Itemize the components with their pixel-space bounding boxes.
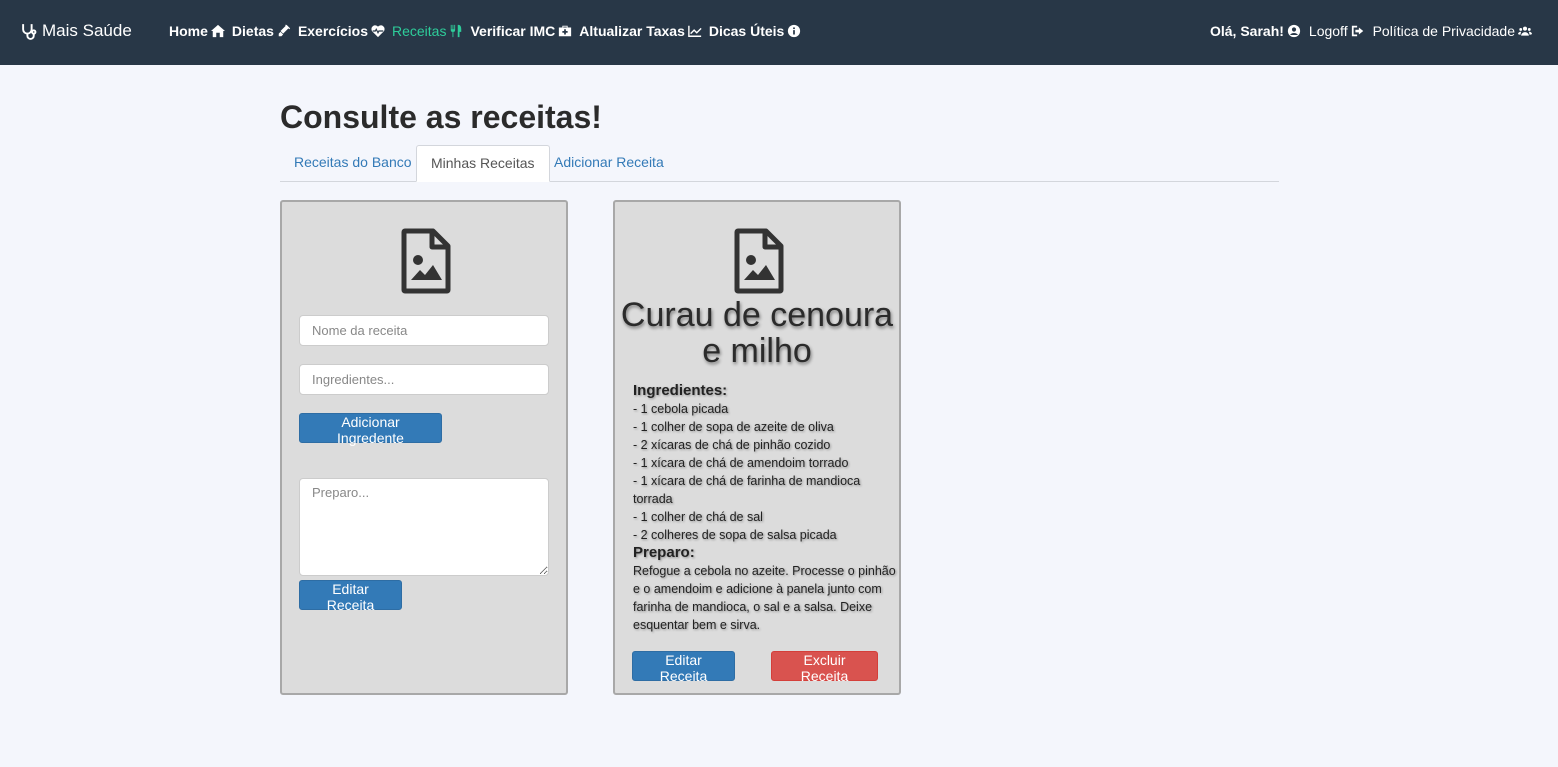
ingredient-item: - 2 xícaras de chá de pinhão cozido (633, 438, 831, 452)
stethoscope-icon (22, 23, 37, 40)
logoff-label: Logoff (1308, 23, 1348, 39)
chart-line-icon (688, 25, 702, 37)
nav-logoff[interactable]: Logoff (1309, 23, 1365, 39)
sign-out-icon (1351, 25, 1363, 37)
nav-exercicios-label: Exercícios (297, 23, 368, 39)
file-image-icon (734, 228, 784, 294)
nav-dietas-label: Dietas (231, 23, 274, 39)
nav-receitas-label: Receitas (392, 23, 447, 39)
recipe-body: Ingredientes: - 1 cebola picada - 1 colh… (633, 382, 901, 634)
nav-verificar-imc[interactable]: Verificar IMC (470, 23, 572, 39)
ingredient-item: - 1 colher de sopa de azeite de oliva (633, 420, 834, 434)
prep-textarea[interactable] (299, 478, 549, 576)
user-circle-icon (1287, 24, 1301, 38)
ingredient-item: - 1 colher de chá de sal (633, 510, 763, 524)
nav-left: Home Dietas Exercícios Receitas Verifica… (169, 23, 801, 39)
nav-atualizar-taxas[interactable]: Altualizar Taxas (579, 23, 702, 39)
nav-atualizar-taxas-label: Altualizar Taxas (579, 23, 685, 39)
brand-label: Mais Saúde (42, 21, 132, 40)
home-icon (210, 24, 225, 38)
recipe-tabs: Receitas do Banco Minhas Receitas Adicio… (280, 145, 1279, 182)
ingredients-list: - 1 cebola picada - 1 colher de sopa de … (633, 400, 901, 544)
nav-exercicios[interactable]: Exercícios (298, 23, 385, 39)
ingredient-item: - 1 xícara de chá de amendoim torrado (633, 456, 849, 470)
ingredients-input[interactable] (299, 364, 549, 395)
nav-verificar-imc-label: Verificar IMC (470, 23, 556, 39)
recipe-card: Curau de cenoura e milho Ingredientes: -… (613, 200, 901, 695)
ingredient-item: - 2 colheres de sopa de salsa picada (633, 528, 837, 542)
brand[interactable]: Mais Saúde (21, 21, 132, 41)
medkit-icon (559, 25, 572, 37)
nav-home-label: Home (169, 23, 208, 39)
privacy-label: Política de Privacidade (1372, 23, 1515, 39)
nav-privacy[interactable]: Política de Privacidade (1373, 23, 1532, 39)
syringe-icon (278, 24, 291, 37)
heartbeat-icon (371, 25, 385, 38)
add-ingredient-button[interactable]: Adicionar Ingredente (299, 413, 442, 446)
recipe-title: Curau de cenoura e milho (620, 296, 894, 370)
edit-recipe-button[interactable]: Editar Receita (632, 651, 735, 684)
users-icon (1518, 26, 1532, 36)
nav-dietas[interactable]: Dietas (232, 23, 291, 39)
nav-user-greeting[interactable]: Olá, Sarah! (1210, 23, 1301, 39)
utensils-icon (451, 24, 462, 38)
ingredient-item: - 1 cebola picada (633, 402, 729, 416)
tab-minhas-receitas[interactable]: Minhas Receitas (416, 145, 550, 182)
delete-recipe-button[interactable]: Excluir Receita (771, 651, 878, 684)
edit-recipe-form-button[interactable]: Editar Receita (299, 580, 402, 613)
nav-receitas[interactable]: Receitas (392, 23, 463, 39)
ingredients-heading: Ingredientes: (633, 382, 728, 399)
prep-heading: Preparo: (633, 544, 695, 561)
prep-text: Refogue a cebola no azeite. Processe o p… (633, 564, 896, 632)
nav-home[interactable]: Home (169, 23, 225, 39)
page-title: Consulte as receitas! (280, 99, 602, 135)
nav-right: Olá, Sarah! Logoff Política de Privacida… (1210, 23, 1532, 39)
edit-recipe-card: Adicionar Ingredente Editar Receita (280, 200, 568, 695)
file-image-icon (401, 228, 451, 294)
navbar: Mais Saúde Home Dietas Exercícios Receit… (0, 0, 1558, 65)
greeting-label: Olá, Sarah! (1209, 23, 1284, 39)
info-circle-icon (788, 24, 801, 38)
recipe-name-input[interactable] (299, 315, 549, 346)
ingredient-item: - 1 xícara de chá de farinha de mandioca… (633, 474, 861, 506)
nav-dicas-uteis-label: Dicas Úteis (708, 23, 785, 39)
tab-adicionar-receita[interactable]: Adicionar Receita (540, 145, 678, 182)
nav-dicas-uteis[interactable]: Dicas Úteis (709, 23, 801, 39)
tab-receitas-do-banco[interactable]: Receitas do Banco (280, 145, 426, 182)
